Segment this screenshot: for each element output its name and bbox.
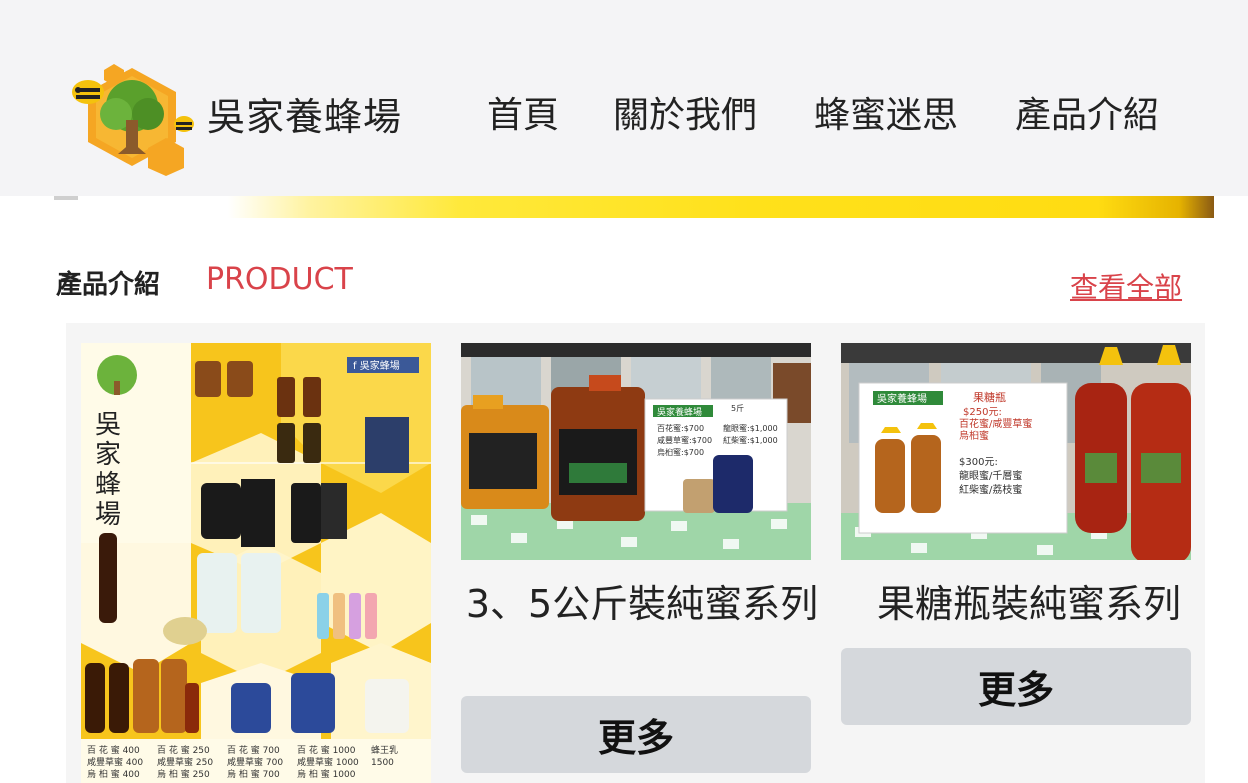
price-list-poster-image: 吳家蜂場 f 吳家蜂場 百 花 蜜 400咸豐草蜜 400烏 桕 蜜 400 百… [81, 343, 431, 783]
svg-text:百 花 蜜 700: 百 花 蜜 700 [227, 744, 280, 756]
bottle-sign-heading: 果糖瓶 [973, 390, 1006, 404]
svg-text:咸豐草蜜 250: 咸豐草蜜 250 [157, 756, 213, 768]
view-all-link[interactable]: 查看全部 [1070, 266, 1182, 306]
poster-fb-label: f 吳家蜂場 [353, 359, 400, 372]
bottle-sign-line: $250元: [963, 407, 1002, 418]
nav-about[interactable]: 關於我們 [613, 86, 757, 138]
more-button-bottles[interactable]: 更多 [841, 648, 1191, 725]
jug-sign-line: 咸豐草蜜:$700 [657, 435, 712, 445]
jug-sign-line: 百花蜜:$700 [657, 423, 704, 433]
svg-text:百 花 蜜 250: 百 花 蜜 250 [157, 744, 210, 756]
poster-brand-text: 吳家蜂場 [95, 410, 121, 530]
jug-sign-line: 龍眼蜜:$1,000 [723, 423, 778, 433]
bottle-sign-line: 紅柴蜜/荔枝蜜 [959, 483, 1022, 496]
honey-jugs-photo: 吳家養蜂場 5斤 百花蜜:$700 咸豐草蜜:$700 烏桕蜜:$700 龍眼蜜… [461, 343, 811, 560]
bottle-sign-line: 百花蜜/咸豐草蜜 [959, 417, 1032, 430]
svg-text:蜂王乳: 蜂王乳 [371, 744, 398, 756]
svg-text:烏 桕 蜜 700: 烏 桕 蜜 700 [227, 768, 280, 780]
hero-banner-strip [54, 196, 1214, 218]
site-header: 吳家養蜂場 首頁 關於我們 蜂蜜迷思 產品介紹 [0, 0, 1248, 196]
bottle-sign-title: 吳家養蜂場 [877, 392, 927, 405]
section-subtitle: PRODUCT [206, 262, 353, 297]
nav-honey-myths[interactable]: 蜂蜜迷思 [814, 86, 958, 138]
more-button-jugs[interactable]: 更多 [461, 696, 811, 773]
jug-sign-line: 5斤 [731, 403, 744, 413]
svg-text:百 花 蜜 1000: 百 花 蜜 1000 [297, 744, 356, 756]
bee-tree-logo-icon[interactable] [66, 62, 198, 178]
jug-sign-title: 吳家養蜂場 [657, 406, 702, 418]
svg-text:咸豐草蜜 1000: 咸豐草蜜 1000 [297, 756, 359, 768]
product-card-bottles-image[interactable]: 吳家養蜂場 果糖瓶 $250元: 百花蜜/咸豐草蜜 烏桕蜜 $300元: 龍眼蜜… [841, 343, 1191, 560]
nav-home[interactable]: 首頁 [487, 86, 559, 138]
product-title-bottles: 果糖瓶裝純蜜系列 [877, 582, 1182, 626]
bottle-sign-line: $300元: [959, 457, 998, 468]
product-title-jugs: 3、5公斤裝純蜜系列 [465, 582, 819, 626]
bottle-sign-line: 龍眼蜜/千層蜜 [959, 469, 1022, 482]
product-card-jugs-image[interactable]: 吳家養蜂場 5斤 百花蜜:$700 咸豐草蜜:$700 烏桕蜜:$700 龍眼蜜… [461, 343, 811, 560]
svg-text:咸豐草蜜 700: 咸豐草蜜 700 [227, 756, 283, 768]
section-title: 產品介紹 [56, 270, 161, 300]
bottle-sign-line: 烏桕蜜 [959, 429, 989, 442]
jug-sign-line: 紅柴蜜:$1,000 [723, 435, 778, 445]
jug-sign-line: 烏桕蜜:$700 [657, 447, 704, 457]
svg-text:百 花 蜜 400: 百 花 蜜 400 [87, 744, 140, 756]
squeeze-bottles-photo: 吳家養蜂場 果糖瓶 $250元: 百花蜜/咸豐草蜜 烏桕蜜 $300元: 龍眼蜜… [841, 343, 1191, 560]
svg-text:烏 桕 蜜 250: 烏 桕 蜜 250 [157, 768, 210, 780]
nav-products[interactable]: 產品介紹 [1015, 86, 1159, 138]
svg-text:1500: 1500 [371, 758, 394, 768]
product-card-poster-image[interactable]: 吳家蜂場 f 吳家蜂場 百 花 蜜 400 咸豐草蜜 400 烏 桕 蜜 400… [81, 343, 431, 783]
site-brand-name[interactable]: 吳家養蜂場 [207, 86, 402, 141]
svg-text:咸豐草蜜 400: 咸豐草蜜 400 [87, 756, 143, 768]
svg-text:烏 桕 蜜 1000: 烏 桕 蜜 1000 [297, 768, 356, 780]
svg-text:烏 桕 蜜 400: 烏 桕 蜜 400 [87, 768, 140, 780]
